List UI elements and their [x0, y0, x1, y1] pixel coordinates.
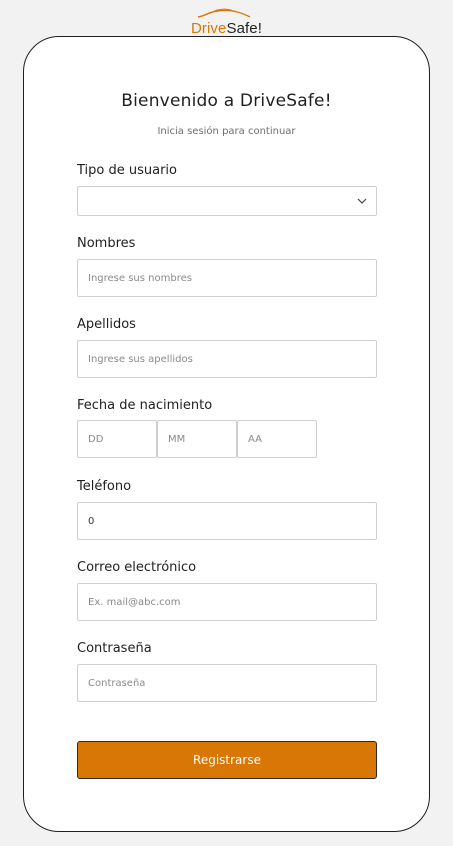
password-field	[77, 664, 377, 702]
email-field	[77, 583, 377, 621]
logo-safe-text: Safe!	[226, 20, 263, 37]
surnames-field	[77, 340, 377, 378]
password-label: Contraseña	[77, 641, 152, 656]
user-type-label: Tipo de usuario	[77, 163, 178, 178]
birthdate-year-box	[237, 420, 317, 458]
logo-drive-text: Drive	[190, 20, 227, 37]
page: DriveSafe! Bienvenido a DriveSafe! Inici…	[0, 0, 453, 846]
phone-input[interactable]	[88, 503, 376, 539]
logo-wrapper: DriveSafe!	[191, 7, 262, 37]
logo-text: DriveSafe!	[191, 20, 262, 37]
email-input[interactable]	[88, 584, 376, 620]
page-title: Bienvenido a DriveSafe!	[121, 91, 332, 111]
page-subtitle: Inicia sesión para continuar	[157, 126, 296, 137]
surnames-label: Apellidos	[77, 317, 136, 332]
birthdate-year-input[interactable]	[248, 421, 316, 457]
names-label: Nombres	[77, 236, 136, 251]
surnames-input[interactable]	[88, 341, 376, 377]
drivesafe-logo: DriveSafe!	[0, 3, 453, 37]
names-field	[77, 259, 377, 297]
register-button[interactable]: Registrarse	[77, 741, 377, 779]
phone-field	[77, 502, 377, 540]
email-label: Correo electrónico	[77, 560, 197, 575]
birthdate-month-input[interactable]	[168, 421, 236, 457]
birthdate-day-box	[77, 420, 157, 458]
names-input[interactable]	[88, 260, 376, 296]
car-outline-icon	[197, 8, 251, 18]
user-type-select[interactable]	[77, 186, 377, 216]
password-input[interactable]	[88, 665, 376, 701]
birthdate-day-input[interactable]	[88, 421, 156, 457]
birthdate-month-box	[157, 420, 237, 458]
phone-label: Teléfono	[77, 479, 132, 494]
birthdate-group	[77, 420, 317, 458]
chevron-down-icon	[357, 198, 367, 204]
signup-card: Bienvenido a DriveSafe! Inicia sesión pa…	[23, 36, 430, 832]
birthdate-label: Fecha de nacimiento	[77, 398, 213, 413]
